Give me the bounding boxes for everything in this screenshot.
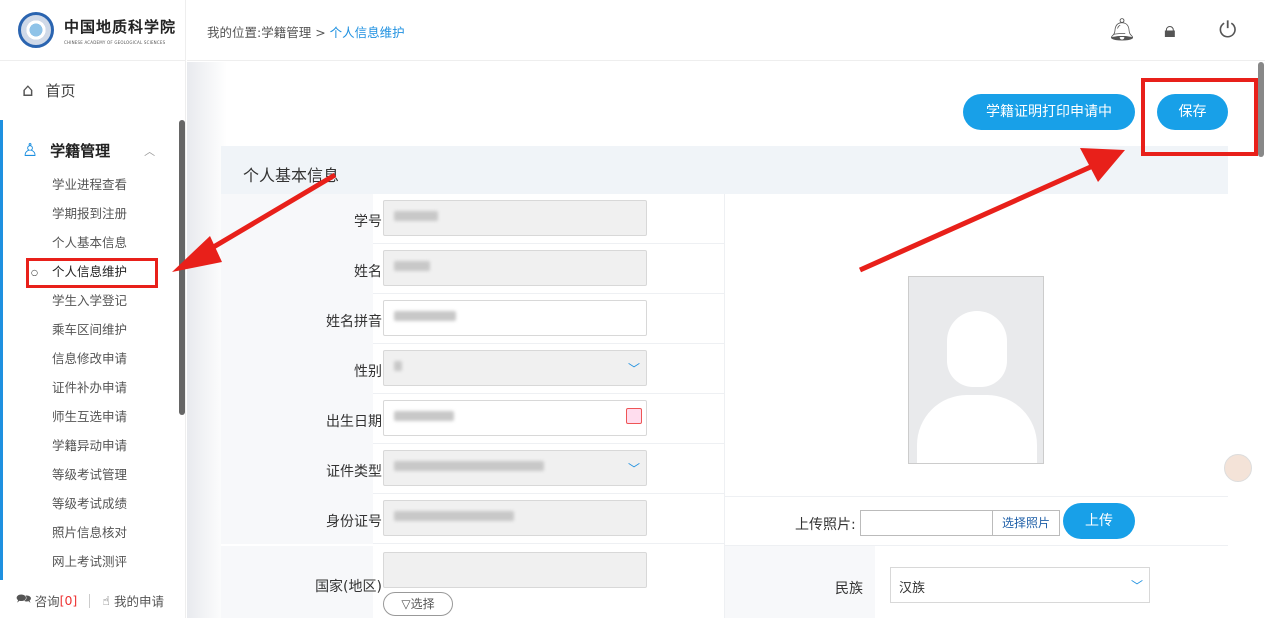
- annotation-arrows: [172, 148, 1125, 273]
